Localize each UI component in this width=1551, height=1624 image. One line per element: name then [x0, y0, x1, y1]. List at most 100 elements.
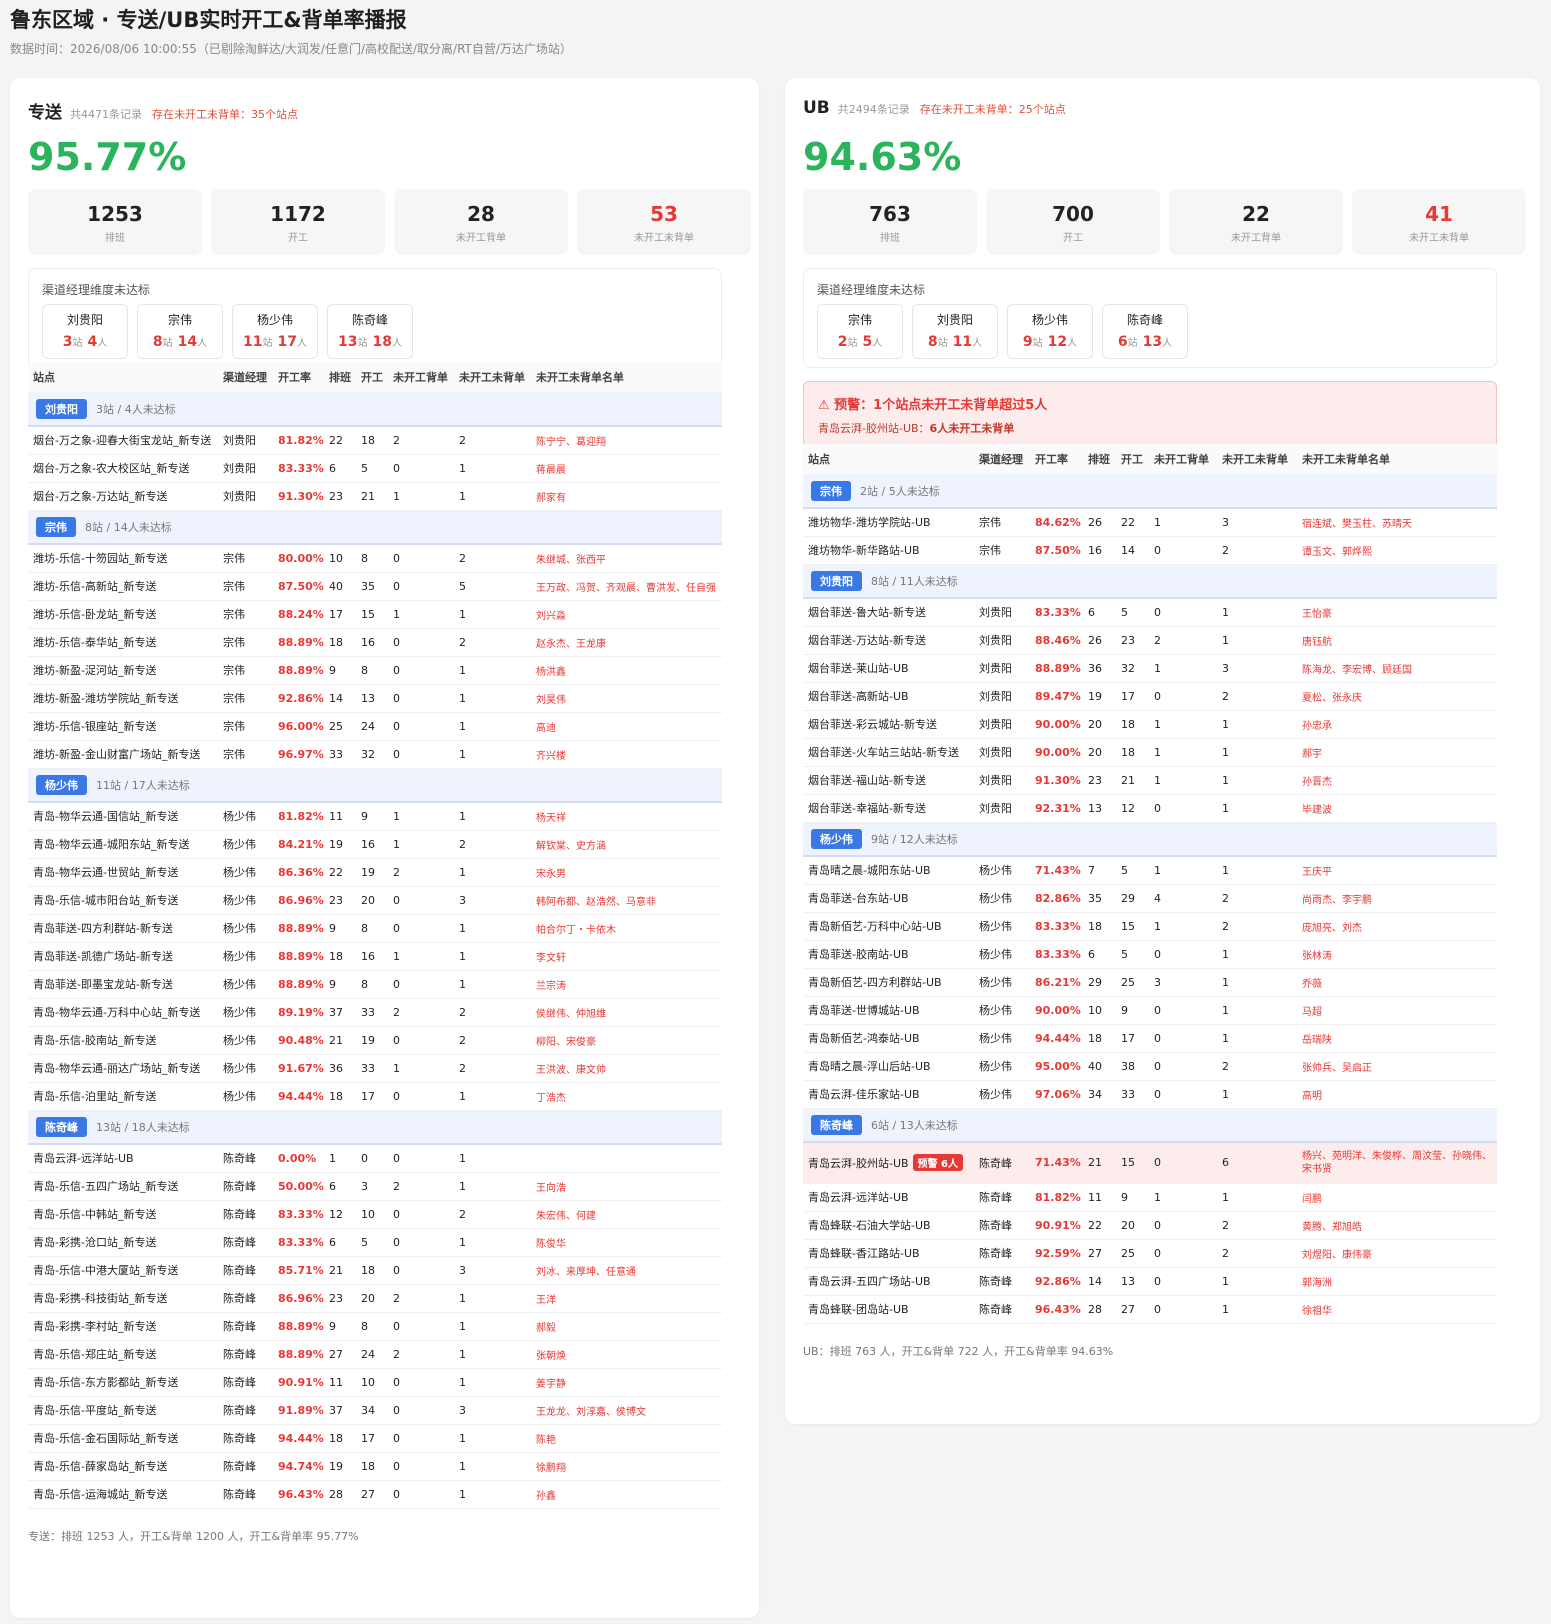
table-row[interactable]: 潍坊-乐信-卧龙站_新专送 宗伟 88.24% 17 15 1 1 刘兴淼 [28, 600, 722, 629]
manager-card[interactable]: 杨少伟 9站 12人 [1007, 304, 1093, 359]
table-row[interactable]: 青岛-乐信-东方影都站_新专送 陈奇峰 90.91% 11 10 0 1 姜宇静 [28, 1368, 722, 1397]
table-row[interactable]: 青岛-物华云通-国信站_新专送 杨少伟 81.82% 11 9 1 1 杨天祥 [28, 802, 722, 831]
table-row[interactable]: 烟台菲送-福山站-新专送 刘贵阳 91.30% 23 21 1 1 孙晋杰 [803, 766, 1497, 795]
column-header[interactable]: 开工率 [1030, 444, 1083, 474]
table-row[interactable]: 青岛蜂联-团岛站-UB 陈奇峰 96.43% 28 27 0 1 徐祖华 [803, 1295, 1497, 1324]
group-row[interactable]: 宗伟 2站 / 5人未达标 [803, 474, 1497, 509]
table-row[interactable]: 青岛-乐信-中港大厦站_新专送 陈奇峰 85.71% 21 18 0 3 刘冰、来厚坤、任意通 [28, 1256, 722, 1285]
table-row[interactable]: 青岛蜂联-石油大学站-UB 陈奇峰 90.91% 22 20 0 2 黄腾、郑旭皓 [803, 1211, 1497, 1240]
table-row[interactable]: 烟台菲送-彩云城站-新专送 刘贵阳 90.00% 20 18 1 1 孙忠承 [803, 710, 1497, 739]
table-row[interactable]: 青岛晴之晨-城阳东站-UB 杨少伟 71.43% 7 5 1 1 王庆平 [803, 856, 1497, 885]
table-row[interactable]: 青岛-物华云通-丽达广场站_新专送 杨少伟 91.67% 36 33 1 2 王洪波、康文帅 [28, 1054, 722, 1083]
table-row[interactable]: 烟台菲送-万达站-新专送 刘贵阳 88.46% 26 23 2 1 唐钰航 [803, 626, 1497, 655]
table-row[interactable]: 烟台菲送-高新站-UB 刘贵阳 89.47% 19 17 0 2 夏松、张永庆 [803, 682, 1497, 711]
manager-card[interactable]: 刘贵阳 8站 11人 [912, 304, 998, 359]
not-started-no-bag: 2 [454, 1054, 531, 1083]
group-row[interactable]: 宗伟 8站 / 14人未达标 [28, 510, 722, 545]
table-row[interactable]: 烟台菲送-莱山站-UB 刘贵阳 88.89% 36 32 1 3 陈海龙、李宏博、顾廷国 [803, 654, 1497, 683]
not-started-with-bag: 1 [1149, 1183, 1217, 1212]
table-row[interactable]: 青岛-彩携-科技街站_新专送 陈奇峰 86.96% 23 20 2 1 王洋 [28, 1284, 722, 1313]
table-row[interactable]: 潍坊-乐信-十笏园站_新专送 宗伟 80.00% 10 8 0 2 朱继城、张西平 [28, 544, 722, 573]
column-header[interactable]: 开工 [1116, 444, 1149, 474]
table-row[interactable]: 青岛晴之晨-浮山后站-UB 杨少伟 95.00% 40 38 0 2 张帅兵、吴启正 [803, 1052, 1497, 1081]
table-row[interactable]: 青岛-物华云通-万科中心站_新专送 杨少伟 89.19% 37 33 2 2 侯继伟、仲旭维 [28, 998, 722, 1027]
not-started-no-bag: 1 [1217, 996, 1297, 1025]
manager-card[interactable]: 刘贵阳 3站 4人 [42, 304, 128, 359]
table-row[interactable]: 青岛-乐信-运海城站_新专送 陈奇峰 96.43% 28 27 0 1 孙鑫 [28, 1480, 722, 1509]
column-header[interactable]: 开工 [356, 362, 388, 392]
column-header[interactable]: 未开工未背单 [1217, 444, 1297, 474]
table-row[interactable]: 烟台-万之象-农大校区站_新专送 刘贵阳 83.33% 6 5 0 1 蒋晨晨 [28, 454, 722, 483]
table-row[interactable]: 青岛新佰艺-万科中心站-UB 杨少伟 83.33% 18 15 1 2 庞旭亮、刘杰 [803, 912, 1497, 941]
manager-card[interactable]: 杨少伟 11站 17人 [232, 304, 318, 359]
table-row[interactable]: 烟台菲送-火车站三站站-新专送 刘贵阳 90.00% 20 18 1 1 郝宇 [803, 738, 1497, 767]
table-row[interactable]: 青岛-彩携-李村站_新专送 陈奇峰 88.89% 9 8 0 1 郝毅 [28, 1312, 722, 1341]
column-header[interactable]: 排班 [324, 362, 356, 392]
table-row[interactable]: 青岛菲送-凯德广场站-新专送 杨少伟 88.89% 18 16 1 1 李文轩 [28, 942, 722, 971]
table-row[interactable]: 青岛菲送-即墨宝龙站-新专送 杨少伟 88.89% 9 8 0 1 兰宗涛 [28, 970, 722, 999]
table-row[interactable]: 青岛-物华云通-世贸站_新专送 杨少伟 86.36% 22 19 2 1 宋永男 [28, 858, 722, 887]
table-row[interactable]: 青岛菲送-台东站-UB 杨少伟 82.86% 35 29 4 2 尚雨杰、李宇鹏 [803, 884, 1497, 913]
table-row[interactable]: 青岛-彩携-沧口站_新专送 陈奇峰 83.33% 6 5 0 1 陈俊华 [28, 1228, 722, 1257]
table-row[interactable]: 青岛-乐信-泊里站_新专送 杨少伟 94.44% 18 17 0 1 丁浩杰 [28, 1082, 722, 1111]
manager-card[interactable]: 宗伟 8站 14人 [137, 304, 223, 359]
group-row[interactable]: 刘贵阳 8站 / 11人未达标 [803, 564, 1497, 599]
table-row[interactable]: 青岛蜂联-香江路站-UB 陈奇峰 92.59% 27 25 0 2 刘煜阳、康伟豪 [803, 1239, 1497, 1268]
column-header[interactable]: 站点 [803, 444, 974, 474]
group-row[interactable]: 杨少伟 9站 / 12人未达标 [803, 822, 1497, 857]
table-row[interactable]: 青岛-乐信-城市阳台站_新专送 杨少伟 86.96% 23 20 0 3 韩阿布都、赵浩然、马… [28, 886, 722, 915]
table-row[interactable]: 青岛新佰艺-鸿泰站-UB 杨少伟 94.44% 18 17 0 1 岳瑞陕 [803, 1024, 1497, 1053]
table-row[interactable]: 青岛云湃-佳乐家站-UB 杨少伟 97.06% 34 33 0 1 高明 [803, 1080, 1497, 1109]
group-row[interactable]: 刘贵阳 3站 / 4人未达标 [28, 392, 722, 427]
table-row[interactable]: 潍坊物华-潍坊学院站-UB 宗伟 84.62% 26 22 1 3 宿连斌、樊玉柱、苏晴天 [803, 508, 1497, 537]
column-header[interactable]: 未开工未背单名单 [531, 362, 722, 392]
column-header[interactable]: 未开工背单 [388, 362, 454, 392]
table-row[interactable]: 潍坊-乐信-银座站_新专送 宗伟 96.00% 25 24 0 1 高迪 [28, 712, 722, 741]
started-count: 33 [356, 998, 388, 1027]
table-row[interactable]: 青岛-乐信-胶南站_新专送 杨少伟 90.48% 21 19 0 2 柳阳、宋俊豪 [28, 1026, 722, 1055]
group-row[interactable]: 陈奇峰 13站 / 18人未达标 [28, 1110, 722, 1145]
table-row[interactable]: 青岛-物华云通-城阳东站_新专送 杨少伟 84.21% 19 16 1 2 解钦棠、史方涵 [28, 830, 722, 859]
table-row[interactable]: 青岛菲送-胶南站-UB 杨少伟 83.33% 6 5 0 1 张林涛 [803, 940, 1497, 969]
table-row[interactable]: 潍坊物华-新华路站-UB 宗伟 87.50% 16 14 0 2 谭玉文、郭烨熙 [803, 536, 1497, 565]
column-header[interactable]: 未开工未背单名单 [1297, 444, 1497, 474]
table-row[interactable]: 青岛新佰艺-四方利群站-UB 杨少伟 86.21% 29 25 3 1 乔薇 [803, 968, 1497, 997]
started-count: 24 [356, 712, 388, 741]
table-row[interactable]: 潍坊-新盈-潍坊学院站_新专送 宗伟 92.86% 14 13 0 1 刘昊伟 [28, 684, 722, 713]
manager-card[interactable]: 陈奇峰 6站 13人 [1102, 304, 1188, 359]
column-header[interactable]: 渠道经理 [218, 362, 273, 392]
table-row[interactable]: 青岛云湃-五四广场站-UB 陈奇峰 92.86% 14 13 0 1 郭海洲 [803, 1267, 1497, 1296]
table-row[interactable]: 青岛菲送-四方利群站-新专送 杨少伟 88.89% 9 8 0 1 帕合尔丁・卡依木 [28, 914, 722, 943]
table-row[interactable]: 青岛-乐信-金石国际站_新专送 陈奇峰 94.44% 18 17 0 1 陈艳 [28, 1424, 722, 1453]
manager-card[interactable]: 陈奇峰 13站 18人 [327, 304, 413, 359]
column-header[interactable]: 渠道经理 [974, 444, 1030, 474]
station-name: 青岛云湃-胶州站-UB 预警 6人 [803, 1142, 974, 1184]
column-header[interactable]: 开工率 [273, 362, 324, 392]
table-row-warning[interactable]: 青岛云湃-胶州站-UB 预警 6人 陈奇峰 71.43% 21 15 0 6 杨兴、苑明洋、朱俊… [803, 1142, 1497, 1184]
table-row[interactable]: 青岛-乐信-平度站_新专送 陈奇峰 91.89% 37 34 0 3 王龙龙、刘淳嘉、侯博文 [28, 1396, 722, 1425]
table-row[interactable]: 潍坊-乐信-泰华站_新专送 宗伟 88.89% 18 16 0 2 赵永杰、王龙康 [28, 628, 722, 657]
table-row[interactable]: 青岛-乐信-中韩站_新专送 陈奇峰 83.33% 12 10 0 2 朱宏伟、何建 [28, 1200, 722, 1229]
table-row[interactable]: 潍坊-新盈-金山财富广场站_新专送 宗伟 96.97% 33 32 0 1 齐兴楼 [28, 740, 722, 769]
table-row[interactable]: 青岛-乐信-薛家岛站_新专送 陈奇峰 94.74% 19 18 0 1 徐鹏翔 [28, 1452, 722, 1481]
column-header[interactable]: 未开工背单 [1149, 444, 1217, 474]
table-row[interactable]: 青岛-乐信-五四广场站_新专送 陈奇峰 50.00% 6 3 2 1 王向浩 [28, 1172, 722, 1201]
column-header[interactable]: 未开工未背单 [454, 362, 531, 392]
group-row[interactable]: 杨少伟 11站 / 17人未达标 [28, 768, 722, 803]
table-row[interactable]: 烟台菲送-幸福站-新专送 刘贵阳 92.31% 13 12 0 1 毕建波 [803, 794, 1497, 823]
table-row[interactable]: 青岛云湃-远洋站-UB 陈奇峰 81.82% 11 9 1 1 闫鹏 [803, 1183, 1497, 1212]
table-row[interactable]: 潍坊-乐信-高新站_新专送 宗伟 87.50% 40 35 0 5 王万政、冯贺、齐观晨、曹洪… [28, 572, 722, 601]
column-header[interactable]: 站点 [28, 362, 218, 392]
table-row[interactable]: 青岛菲送-世博城站-UB 杨少伟 90.00% 10 9 0 1 马超 [803, 996, 1497, 1025]
table-row[interactable]: 青岛云湃-远洋站-UB 陈奇峰 0.00% 1 0 0 1 [28, 1144, 722, 1173]
manager-card[interactable]: 宗伟 2站 5人 [817, 304, 903, 359]
table-header-row: 站点 渠道经理 开工率 排班 开工 未开工背单 未开工未背单 未开工未背单名单 [803, 444, 1497, 474]
scheduled-count: 18 [324, 942, 356, 971]
table-row[interactable]: 烟台-万之象-迎春大街宝龙站_新专送 刘贵阳 81.82% 22 18 2 2 陈宁宁、葛迎翔 [28, 426, 722, 455]
group-row[interactable]: 陈奇峰 6站 / 13人未达标 [803, 1108, 1497, 1143]
table-row[interactable]: 烟台菲送-鲁大站-新专送 刘贵阳 83.33% 6 5 0 1 王怡豪 [803, 598, 1497, 627]
table-row[interactable]: 潍坊-新盈-浞河站_新专送 宗伟 88.89% 9 8 0 1 杨洪鑫 [28, 656, 722, 685]
column-header[interactable]: 排班 [1083, 444, 1116, 474]
table-row[interactable]: 烟台-万之象-万达站_新专送 刘贵阳 91.30% 23 21 1 1 郝家有 [28, 482, 722, 511]
table-row[interactable]: 青岛-乐信-郑庄站_新专送 陈奇峰 88.89% 27 24 2 1 张朝焕 [28, 1340, 722, 1369]
